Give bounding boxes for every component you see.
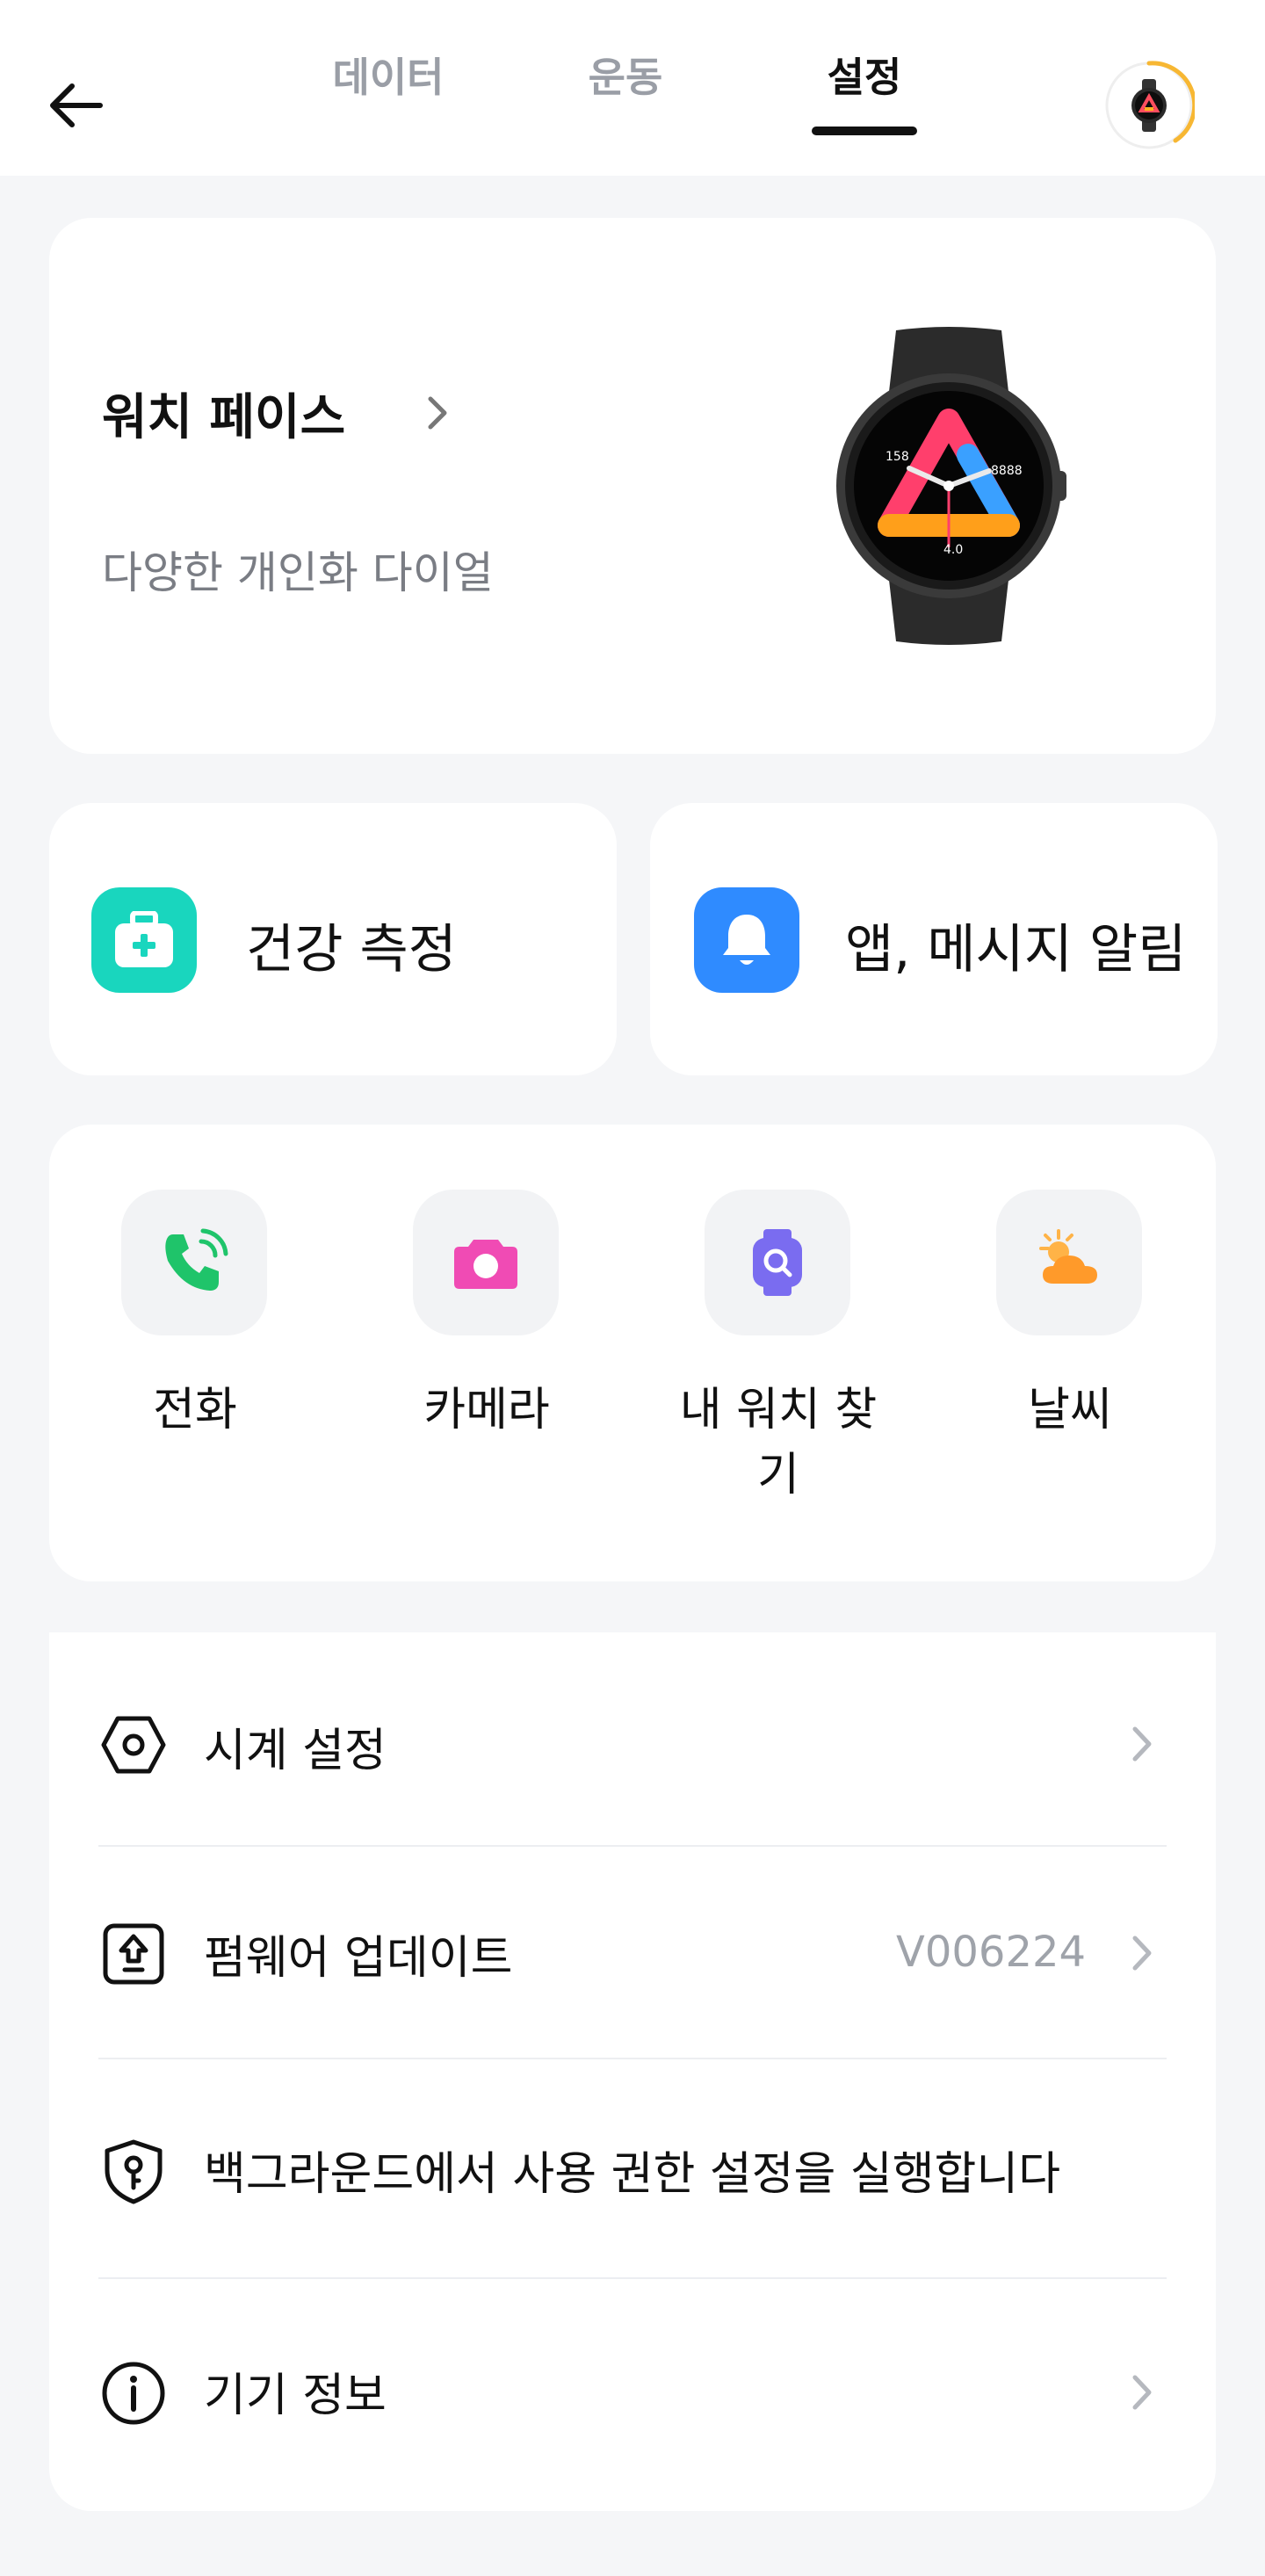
info-icon xyxy=(102,2362,165,2425)
back-button[interactable] xyxy=(42,72,109,139)
phone-button[interactable] xyxy=(121,1190,267,1335)
watch-face-subtitle: 다양한 개인화 다이얼 xyxy=(102,547,494,598)
chevron-right-icon xyxy=(1132,1726,1152,1762)
camera-label: 카메라 xyxy=(423,1384,550,1436)
find-watch-label: 내 워치 찾기 xyxy=(679,1384,878,1501)
first-aid-kit-icon xyxy=(91,887,197,993)
weather-button[interactable] xyxy=(996,1190,1142,1335)
top-bar: 데이터 운동 설정 xyxy=(0,0,1265,176)
watch-thumbnail-icon xyxy=(1105,61,1197,149)
chevron-right-icon xyxy=(1132,1936,1152,1971)
watch-face-title[interactable]: 워치 페이스 xyxy=(102,378,345,449)
active-tab-indicator xyxy=(812,127,917,135)
watch-settings-label: 시계 설정 xyxy=(204,1725,387,1777)
find-watch-button[interactable] xyxy=(705,1190,850,1335)
arrow-left-icon xyxy=(50,83,103,127)
upload-icon xyxy=(103,1923,164,1985)
tab-settings[interactable]: 설정 xyxy=(812,46,917,107)
svg-text:8888: 8888 xyxy=(991,464,1023,478)
device-avatar[interactable] xyxy=(1103,60,1197,151)
shield-key-icon xyxy=(105,2139,163,2204)
watch-preview-image: 158 8888 4.0 xyxy=(836,327,1066,645)
camera-button[interactable] xyxy=(413,1190,559,1335)
firmware-version: V006224 xyxy=(896,1928,1087,1977)
tab-data[interactable]: 데이터 xyxy=(327,46,450,107)
weather-label: 날씨 xyxy=(1028,1384,1112,1436)
health-measure-label: 건강 측정 xyxy=(246,919,457,980)
phone-label: 전화 xyxy=(153,1384,237,1436)
background-permission-label: 백그라운드에서 사용 권한 설정을 실행합니다 xyxy=(204,2148,1061,2201)
device-info-label: 기기 정보 xyxy=(204,2370,387,2422)
hexagon-nut-icon xyxy=(101,1716,166,1774)
phone-icon xyxy=(165,1228,228,1291)
chevron-right-icon xyxy=(1132,2375,1152,2410)
tab-exercise[interactable]: 운동 xyxy=(573,46,678,107)
bell-icon xyxy=(694,887,799,993)
firmware-update-label: 펌웨어 업데이트 xyxy=(204,1932,513,1985)
weather-icon xyxy=(1039,1229,1097,1284)
chevron-right-icon xyxy=(428,396,447,430)
app-notification-label: 앱, 메시지 알림 xyxy=(845,919,1187,980)
svg-text:4.0: 4.0 xyxy=(943,543,963,557)
svg-text:158: 158 xyxy=(886,450,909,464)
find-watch-icon xyxy=(753,1229,802,1296)
camera-icon xyxy=(454,1240,517,1289)
